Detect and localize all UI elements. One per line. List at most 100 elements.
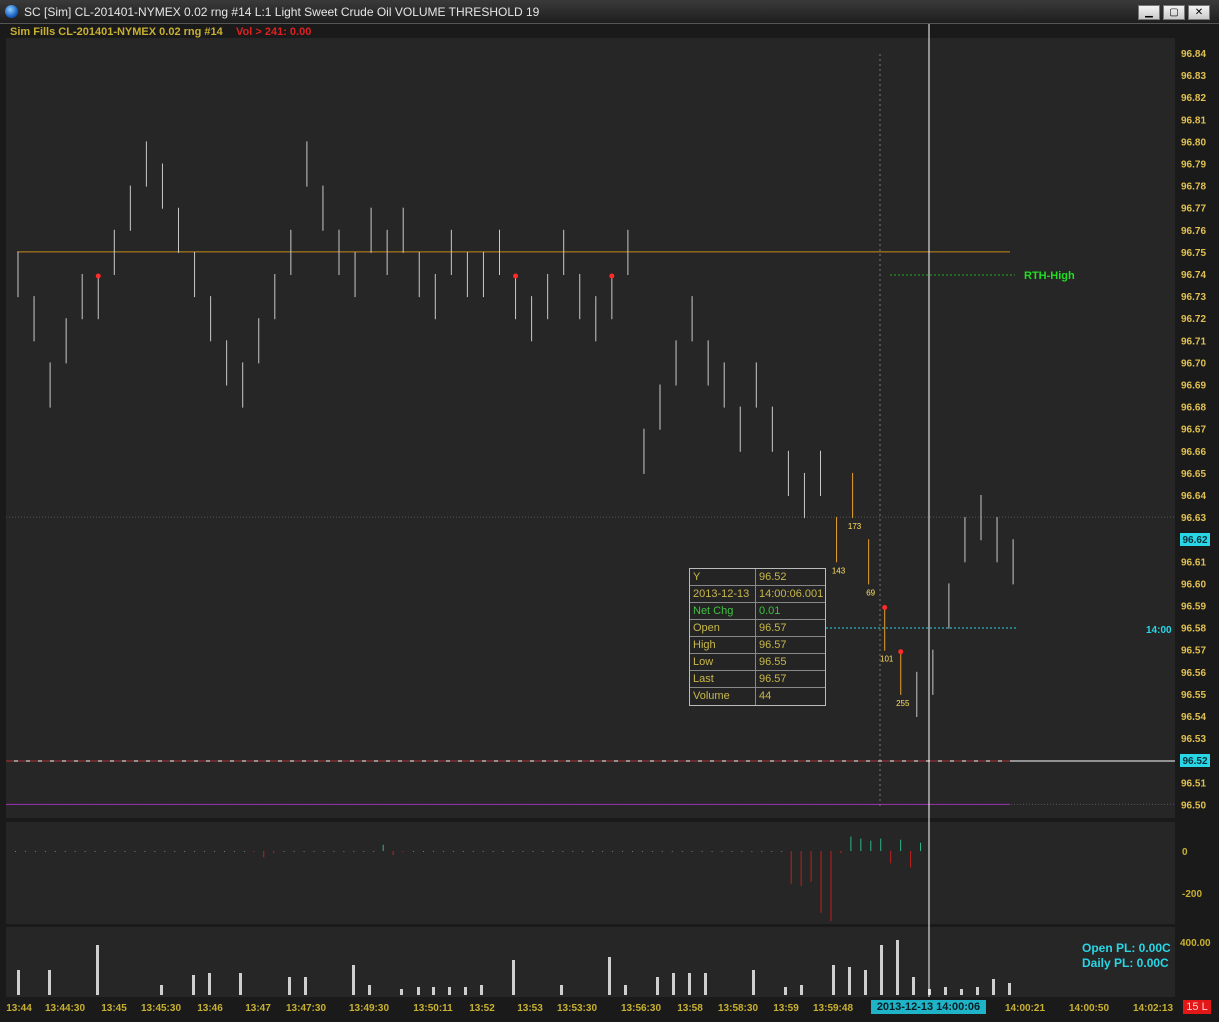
fill-volume-label: 69	[866, 588, 875, 597]
price-tick-label: 96.61	[1181, 557, 1206, 568]
delta-dot	[422, 851, 424, 852]
price-tick-label: 96.71	[1181, 336, 1206, 347]
volume-bar	[17, 970, 20, 995]
price-tick-label: 96.73	[1181, 292, 1206, 303]
price-tick-label: 96.81	[1181, 115, 1206, 126]
chart-frame: Sim Fills CL-201401-NYMEX 0.02 rng #14 V…	[0, 24, 1219, 1022]
tooltip-key: Net Chg	[690, 603, 756, 619]
window-title: SC [Sim] CL-201401-NYMEX 0.02 rng #14 L:…	[24, 5, 540, 19]
time-tick-label: 14:02:13	[1133, 1003, 1173, 1014]
price-tick-label: 96.68	[1181, 403, 1206, 414]
price-tick-label: 96.53	[1181, 734, 1206, 745]
delta-dot	[34, 851, 36, 852]
tooltip-row: Last 96.57	[690, 671, 825, 688]
delta-dot	[691, 851, 693, 852]
cursor-price-text: 96.52	[1182, 756, 1207, 767]
delta-dot	[572, 851, 574, 852]
delta-dot	[741, 851, 743, 852]
price-pane	[6, 38, 1175, 818]
price-tick-label: 96.72	[1181, 314, 1206, 325]
price-tick-label: 96.58	[1181, 624, 1206, 635]
delta-dot	[592, 851, 594, 852]
volume-bar	[896, 940, 899, 995]
delta-dot	[74, 851, 76, 852]
fill-volume-label: 255	[896, 699, 910, 708]
delta-dot	[54, 851, 56, 852]
volume-bar	[560, 985, 563, 995]
delta-dot	[44, 851, 46, 852]
delta-dot	[582, 851, 584, 852]
delta-dot	[84, 851, 86, 852]
tooltip-value: 44	[759, 690, 772, 702]
tooltip-value: 96.52	[759, 571, 787, 583]
delta-dot	[15, 851, 16, 852]
volume-bar	[880, 945, 883, 995]
volume-bar	[352, 965, 355, 995]
volume-bar	[48, 970, 51, 995]
volume-bar	[304, 977, 307, 995]
tooltip-row: High 96.57	[690, 637, 825, 654]
delta-dot	[452, 851, 454, 852]
tooltip-row: Low 96.55	[690, 654, 825, 671]
volume-bar	[208, 973, 211, 995]
delta-dot	[144, 851, 146, 852]
delta-dot	[532, 851, 534, 852]
fill-volume-label: 101	[880, 655, 894, 664]
delta-dot	[114, 851, 116, 852]
fill-volume-label: 173	[848, 522, 862, 531]
delta-dot	[363, 851, 365, 852]
l-badge[interactable]: 15 L	[1183, 1000, 1211, 1014]
delta-dot	[661, 851, 663, 852]
tooltip-row: Y 96.52	[690, 569, 825, 586]
price-tick-label: 96.70	[1181, 358, 1206, 369]
tooltip-key: Last	[690, 671, 756, 687]
delta-dot	[442, 851, 444, 852]
maximize-button[interactable]: ▢	[1163, 5, 1185, 20]
delta-dot	[154, 851, 156, 852]
app-globe-icon	[5, 5, 18, 18]
delta-dot	[333, 851, 335, 852]
time-tick-label: 13:58:30	[718, 1003, 758, 1014]
delta-dot	[343, 851, 345, 852]
time-tick-label: 13:50:11	[413, 1003, 453, 1014]
delta-dot	[771, 851, 773, 852]
daily-pl-label: Daily PL: 0.00C	[1082, 956, 1169, 970]
volume-bar	[96, 945, 99, 995]
delta-dot	[94, 851, 96, 852]
open-pl-label: Open PL: 0.00C	[1082, 941, 1171, 955]
tooltip-key: High	[690, 637, 756, 653]
volume-bar	[624, 985, 627, 995]
volume-bar	[512, 960, 515, 995]
time-tick-label: 13:52	[469, 1003, 495, 1014]
volume-bar	[848, 967, 851, 995]
fill-marker	[898, 649, 904, 655]
delta-dot	[194, 851, 196, 852]
delta-dot	[602, 851, 604, 852]
delta-dot	[751, 851, 753, 852]
fill-marker	[882, 605, 888, 610]
time-tick-label: 13:47	[245, 1003, 271, 1014]
tooltip-value: 96.57	[759, 639, 787, 651]
price-tick-label: 96.65	[1181, 469, 1206, 480]
delta-dot	[492, 851, 494, 852]
delta-dot	[641, 851, 643, 852]
delta-dot	[651, 851, 653, 852]
tooltip-value: 96.57	[759, 673, 787, 685]
fill-marker	[95, 273, 101, 279]
price-tick-label: 96.82	[1181, 93, 1206, 104]
time-tick-label: 13:46	[197, 1003, 223, 1014]
delta-dot	[323, 851, 325, 852]
delta-dot	[612, 851, 614, 852]
tooltip-key: Volume	[690, 688, 756, 705]
delta-dot	[134, 851, 136, 852]
volume-bar	[160, 985, 163, 995]
minimize-button[interactable]: ▁	[1138, 5, 1160, 20]
delta-dot	[184, 851, 186, 852]
close-button[interactable]: ✕	[1188, 5, 1210, 20]
chart-svg[interactable]: Sim Fills CL-201401-NYMEX 0.02 rng #14 V…	[0, 24, 1219, 1022]
time-tick-label: 13:45	[101, 1003, 127, 1014]
price-tick-label: 96.80	[1181, 137, 1206, 148]
time-tick-label: 13:44:30	[45, 1003, 85, 1014]
delta-dot	[781, 851, 783, 852]
price-tick-label: 96.56	[1181, 668, 1206, 679]
